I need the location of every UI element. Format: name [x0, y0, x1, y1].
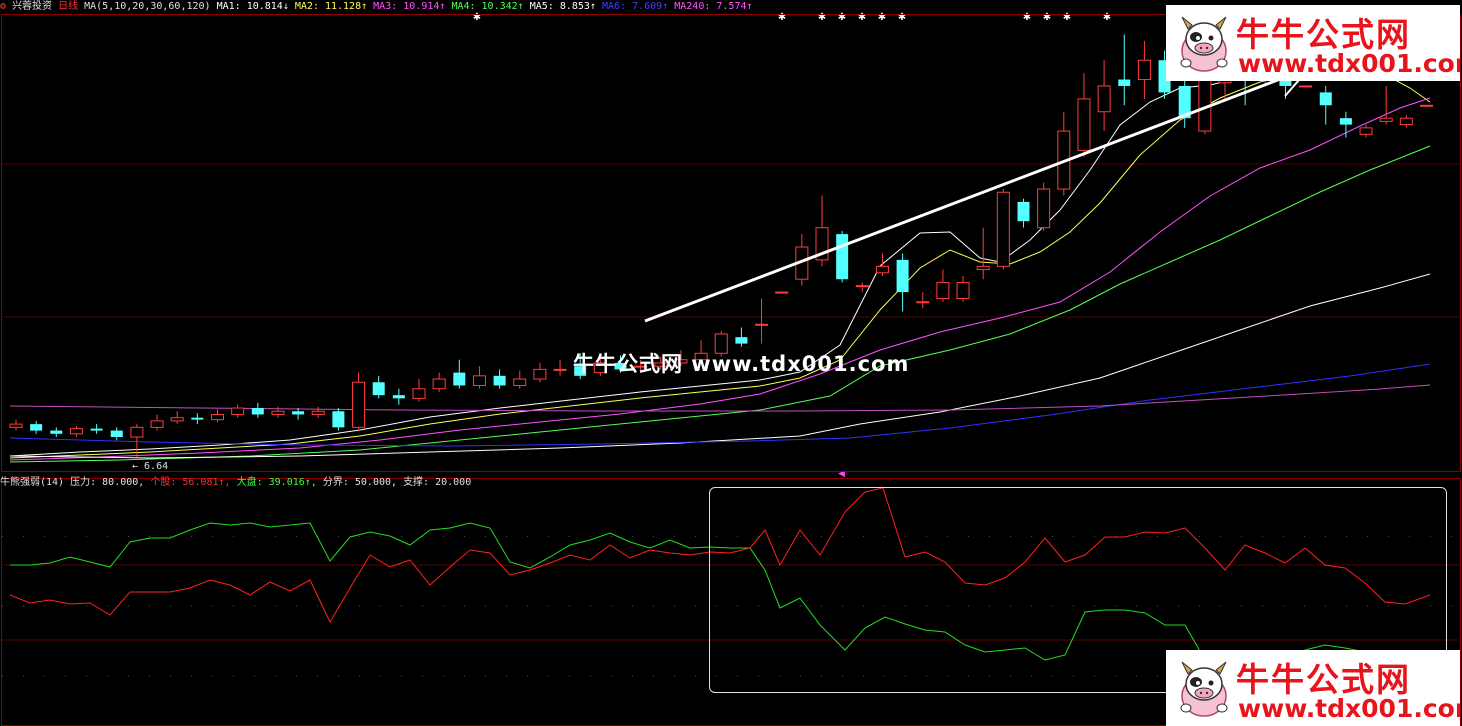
indicator-name[interactable]: 牛熊强弱(14)	[0, 477, 64, 488]
pressure-value: 压力: 80.000,	[70, 477, 145, 488]
candle-body-up	[936, 281, 950, 300]
candle-body-up	[9, 423, 23, 428]
ma4-value: MA4: 10.342↑	[451, 1, 524, 12]
candle-body-up	[150, 420, 164, 428]
watermark-logo-bottom: 牛牛公式网 www.tdx001.com	[1166, 650, 1460, 726]
candle-body-down	[372, 382, 385, 396]
watermark-text: 牛牛公式网 www.tdx001.com	[573, 352, 910, 376]
candle-body-down	[1017, 201, 1030, 222]
ma3-value: MA3: 10.914↑	[373, 1, 446, 12]
candle-body-down	[453, 372, 466, 386]
signal-marker-icon: ✱	[898, 12, 906, 23]
watermark-logo-top: 牛牛公式网 www.tdx001.com	[1166, 5, 1460, 81]
candle-body-up	[976, 265, 990, 271]
signal-marker-icon: ✱	[878, 12, 886, 23]
watermark-url: www.tdx001.com	[1238, 49, 1460, 78]
candle-body-up	[855, 285, 869, 288]
candle-body-up	[1399, 117, 1413, 126]
candle-body-down	[50, 430, 63, 434]
candle-body-down	[292, 411, 305, 415]
support-value: 支撑: 20.000	[403, 477, 472, 488]
low-price-label: ← 6.64	[132, 461, 168, 472]
candle-body-up	[211, 413, 224, 421]
candle-body-up	[311, 410, 325, 415]
candle-body-up	[472, 375, 486, 386]
candle-body-down	[1118, 79, 1131, 86]
candle-body-down	[836, 234, 849, 280]
candle-body-down	[735, 337, 748, 344]
stock-value: 个股: 56.081↑,	[150, 477, 231, 488]
watermark-url: www.tdx001.com	[1238, 694, 1460, 723]
ma240-value: MA240: 7.574↑	[674, 1, 753, 12]
signal-marker-icon: ✱	[818, 12, 826, 23]
candle-body-up	[1299, 85, 1313, 88]
panel-divider-arrow-icon: ◀	[838, 469, 845, 479]
candle-body-up	[352, 381, 366, 428]
candle-body-up	[1137, 59, 1151, 81]
trend-line	[644, 60, 1326, 323]
candle-body-up	[432, 378, 446, 390]
signal-marker-icon: ✱	[1063, 12, 1071, 23]
candle-body-down	[1319, 92, 1332, 106]
ma6-value: MA6: 7.609↑	[601, 1, 669, 12]
signal-marker-icon: ✱	[778, 12, 786, 23]
candle-body-up	[1420, 104, 1433, 107]
candle-body-up	[553, 368, 567, 371]
main-chart-header: ⚙ 兴蓉投资 日线 MA(5,10,20,30,60,120) MA1: 10.…	[0, 0, 753, 14]
candle-body-down	[332, 411, 345, 428]
candle-body-up	[533, 368, 547, 380]
candle-body-down	[30, 424, 43, 431]
candle-body-down	[251, 408, 264, 415]
market-strength-line	[10, 522, 1366, 666]
candle-body-up	[1077, 98, 1091, 151]
market-value: 大盘: 39.016↑,	[236, 477, 317, 488]
cow-mascot-icon	[1180, 16, 1228, 72]
candle-body-up	[513, 378, 527, 386]
candle-body-up	[956, 281, 970, 300]
stock-strength-line	[9, 487, 1431, 624]
candle-body-up	[916, 301, 930, 304]
candle-body-down	[1339, 118, 1352, 125]
candle-body-down	[392, 395, 405, 399]
indicator-header: 牛熊强弱(14) 压力: 80.000, 个股: 56.081↑, 大盘: 39…	[0, 476, 471, 490]
signal-marker-icon: ✱	[838, 12, 846, 23]
candle-body-up	[130, 426, 144, 438]
signal-marker-icon: ✱	[1043, 12, 1051, 23]
candle-body-down	[90, 428, 103, 431]
candle-body-up	[69, 428, 83, 435]
gear-icon[interactable]: ⚙	[0, 1, 6, 12]
candle-body-up	[412, 388, 426, 399]
chart-stage[interactable]: ⚙ 兴蓉投资 日线 MA(5,10,20,30,60,120) MA1: 10.…	[0, 0, 1462, 726]
signal-marker-icon: ✱	[858, 12, 866, 23]
ma240-line	[9, 384, 1431, 412]
stock-name[interactable]: 兴蓉投资	[12, 1, 52, 12]
ma1-value: MA1: 10.814↓	[216, 1, 289, 12]
signal-marker-icon: ✱	[1103, 12, 1111, 23]
candle-body-up	[1097, 85, 1111, 113]
candle-body-down	[896, 259, 909, 293]
ma5-value: MA5: 8.853↑	[529, 1, 596, 12]
candle-body-down	[191, 417, 204, 420]
candle-body-up	[231, 407, 245, 415]
signal-marker-icon: ✱	[1023, 12, 1031, 23]
candle-body-up	[1359, 127, 1373, 135]
candle-body-down	[110, 430, 123, 438]
ma3-line	[9, 97, 1431, 461]
ma1-line	[9, 69, 1431, 457]
candle-body-up	[170, 417, 184, 422]
candle-body-up	[775, 291, 789, 294]
ma2-value: MA2: 11.128↑	[294, 1, 368, 12]
candle-body-up	[996, 191, 1010, 267]
ma-params: MA(5,10,20,30,60,120)	[84, 1, 211, 12]
candle-body-up	[1037, 188, 1051, 229]
candle-body-up	[1379, 117, 1393, 122]
candle-body-up	[271, 410, 285, 415]
period-label[interactable]: 日线	[58, 1, 78, 12]
cow-mascot-icon	[1180, 661, 1228, 717]
divide-value: 分界: 50.000,	[322, 477, 398, 488]
candle-body-up	[875, 265, 889, 274]
candle-body-down	[493, 375, 506, 386]
candle-body-up	[755, 323, 769, 326]
